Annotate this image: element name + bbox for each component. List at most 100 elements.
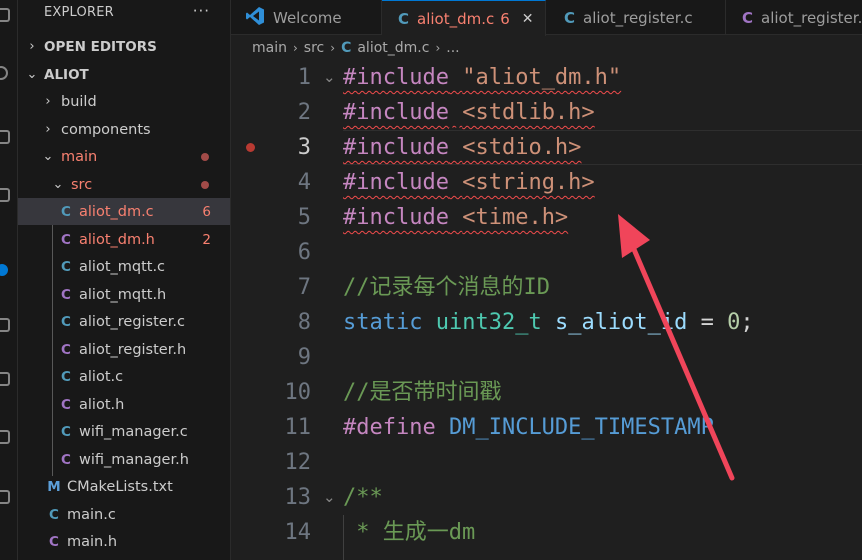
file-label: aliot_dm.c: [79, 203, 154, 220]
close-icon[interactable]: ✕: [522, 11, 534, 27]
section-open-editors[interactable]: › OPEN EDITORS: [18, 33, 230, 60]
file-label: aliot_mqtt.h: [79, 286, 167, 303]
code-line[interactable]: 11 #define DM_INCLUDE_TIMESTAMP: [231, 410, 862, 445]
breakpoint-icon[interactable]: [246, 143, 255, 152]
file-aliot-dm-c[interactable]: C aliot_dm.c 6: [18, 198, 230, 225]
extensions-icon[interactable]: [0, 318, 10, 332]
file-aliot-register-c[interactable]: C aliot_register.c: [18, 308, 230, 335]
file-aliot-c[interactable]: C aliot.c: [18, 363, 230, 390]
line-number: 13: [284, 485, 312, 510]
tab-label: aliot_register.c: [583, 8, 693, 27]
file-aliot-mqtt-c[interactable]: C aliot_mqtt.c: [18, 253, 230, 280]
code-line[interactable]: 9: [231, 340, 862, 375]
code-line[interactable]: 2 #include <stdlib.h>: [231, 95, 862, 130]
tab-label: aliot_dm.c: [417, 9, 495, 28]
fold-chevron-icon[interactable]: ⌄: [323, 60, 336, 95]
line-number: 10: [284, 380, 312, 405]
file-label: wifi_manager.c: [79, 423, 188, 440]
file-label: aliot.c: [79, 368, 124, 385]
line-number: 12: [284, 450, 312, 475]
code-line[interactable]: 5 #include <time.h>: [231, 200, 862, 235]
line-number: 9: [297, 345, 311, 370]
chevron-right-icon: ›: [45, 94, 51, 109]
chevron-right-icon: ›: [292, 41, 298, 55]
code-text: #include "aliot_dm.h": [343, 65, 622, 90]
h-file-icon: C: [61, 396, 71, 413]
folder-build[interactable]: › build: [18, 88, 230, 115]
file-main-c[interactable]: C main.c: [18, 501, 230, 528]
code-comment: /**: [343, 485, 383, 510]
code-line[interactable]: 1 ⌄ #include "aliot_dm.h": [231, 60, 862, 95]
remote-icon[interactable]: [0, 430, 10, 444]
file-wifi-manager-h[interactable]: C wifi_manager.h: [18, 446, 230, 473]
line-number: 8: [297, 310, 311, 335]
c-file-icon: C: [341, 40, 352, 56]
tab-aliot-register-h[interactable]: C aliot_register.h: [726, 0, 862, 35]
section-project[interactable]: ⌄ ALIOT: [18, 61, 230, 88]
code-editor[interactable]: 1 ⌄ #include "aliot_dm.h" 2 #include <st…: [231, 60, 862, 560]
breadcrumb-item[interactable]: aliot_dm.c: [357, 40, 429, 56]
file-aliot-dm-h[interactable]: C aliot_dm.h 2: [18, 226, 230, 253]
code-line-current[interactable]: 3 #include <stdio.h>: [231, 130, 862, 165]
file-aliot-register-h[interactable]: C aliot_register.h: [18, 336, 230, 363]
activity-bar: [0, 0, 18, 560]
vscode-icon: [245, 6, 265, 30]
code-line[interactable]: 4 #include <string.h>: [231, 165, 862, 200]
chevron-down-icon: ⌄: [26, 67, 38, 82]
line-number: 6: [297, 240, 311, 265]
h-file-icon: C: [61, 231, 71, 248]
more-actions-icon[interactable]: ···: [193, 2, 210, 20]
indent-guide: [343, 515, 344, 560]
breadcrumb-item[interactable]: src: [304, 40, 324, 56]
breadcrumb-item[interactable]: main: [252, 40, 287, 56]
files-icon[interactable]: [0, 8, 10, 22]
file-wifi-manager-c[interactable]: C wifi_manager.c: [18, 418, 230, 445]
section-label: OPEN EDITORS: [44, 38, 157, 55]
c-file-icon: C: [49, 506, 59, 523]
file-aliot-h[interactable]: C aliot.h: [18, 391, 230, 418]
file-cmakelists[interactable]: M CMakeLists.txt: [18, 473, 230, 500]
esp-idf-icon[interactable]: [0, 490, 10, 504]
tab-welcome[interactable]: Welcome: [231, 0, 382, 35]
chevron-right-icon: ›: [45, 122, 51, 137]
tab-aliot-dm-c[interactable]: C aliot_dm.c 6 ✕: [382, 0, 546, 36]
file-main-h[interactable]: C main.h: [18, 528, 230, 555]
extension-badge-icon[interactable]: [0, 262, 10, 278]
c-file-icon: C: [564, 8, 576, 27]
annotation-arrow-icon: [618, 214, 735, 481]
file-label: CMakeLists.txt: [67, 478, 173, 495]
code-line[interactable]: 10 //是否带时间戳: [231, 375, 862, 410]
file-aliot-mqtt-h[interactable]: C aliot_mqtt.h: [18, 281, 230, 308]
code-line[interactable]: 13 ⌄ /**: [231, 480, 862, 515]
folder-src[interactable]: ⌄ src: [18, 171, 230, 198]
testing-icon[interactable]: [0, 372, 10, 386]
folder-components[interactable]: › components: [18, 116, 230, 143]
folder-label: build: [61, 93, 97, 110]
breadcrumb-item[interactable]: ...: [446, 40, 459, 56]
search-icon[interactable]: [0, 66, 8, 80]
chevron-right-icon: ›: [330, 41, 336, 55]
c-file-icon: C: [61, 423, 71, 440]
code-text: #include <time.h>: [343, 205, 569, 230]
h-file-icon: C: [61, 286, 71, 303]
chevron-right-icon: ›: [435, 41, 441, 55]
file-label: main.c: [67, 506, 116, 523]
code-line[interactable]: 8 static uint32_t s_aliot_id = 0;: [231, 305, 862, 340]
source-control-icon[interactable]: [0, 130, 10, 144]
line-number: 1: [297, 65, 311, 90]
folder-label: main: [61, 148, 98, 165]
code-comment: //记录每个消息的ID: [343, 275, 550, 300]
breadcrumb: main › src › C aliot_dm.c › ...: [252, 36, 460, 60]
code-line[interactable]: 7 //记录每个消息的ID: [231, 270, 862, 305]
folder-main[interactable]: ⌄ main: [18, 143, 230, 170]
tab-aliot-register-c[interactable]: C aliot_register.c: [546, 0, 726, 35]
code-line[interactable]: 12: [231, 445, 862, 480]
modified-dot-icon: [201, 152, 209, 161]
error-count-badge: 6: [500, 9, 510, 28]
fold-chevron-icon[interactable]: ⌄: [323, 480, 336, 515]
file-label: aliot_mqtt.c: [79, 258, 166, 275]
code-line[interactable]: 14 * 生成一dm: [231, 515, 862, 550]
code-line[interactable]: 6: [231, 235, 862, 270]
h-file-icon: C: [61, 451, 71, 468]
run-debug-icon[interactable]: [0, 188, 10, 202]
